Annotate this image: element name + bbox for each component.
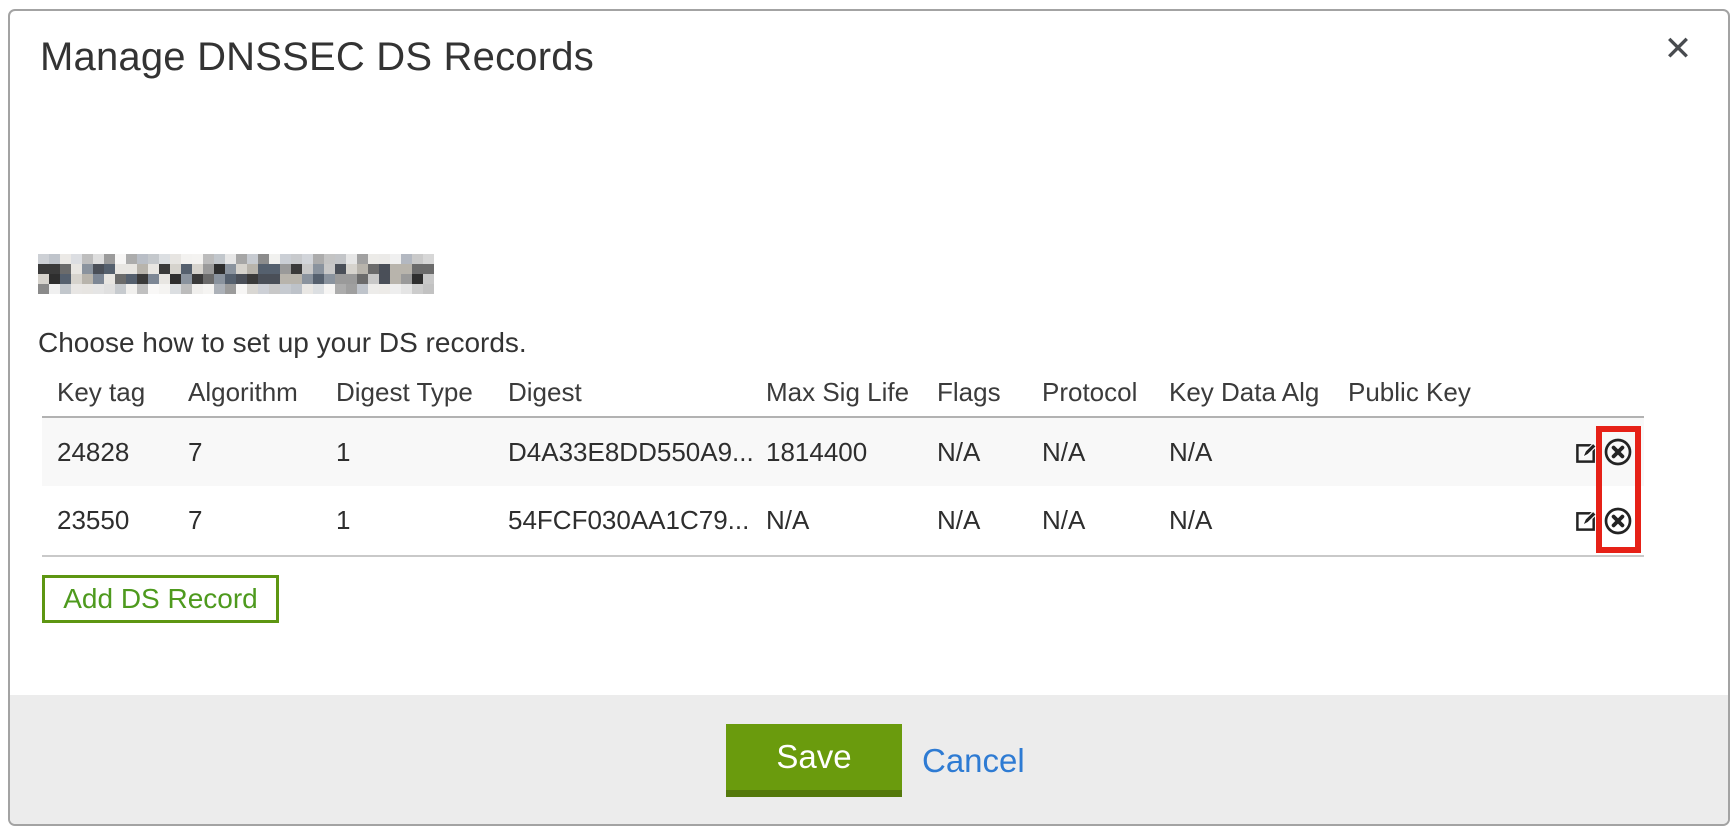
col-header-digest-type: Digest Type (336, 377, 508, 408)
col-header-key-tag: Key tag (57, 377, 188, 408)
cell-key-tag: 23550 (57, 505, 188, 536)
save-button[interactable]: Save (726, 724, 902, 797)
cell-flags: N/A (937, 505, 1042, 536)
cell-protocol: N/A (1042, 437, 1169, 468)
cell-algorithm: 7 (188, 437, 336, 468)
delete-icon[interactable] (1603, 506, 1633, 536)
cell-digest: D4A33E8DD550A9... (508, 437, 766, 468)
col-header-flags: Flags (937, 377, 1042, 408)
cell-algorithm: 7 (188, 505, 336, 536)
col-header-digest: Digest (508, 377, 766, 408)
delete-icon[interactable] (1603, 437, 1633, 467)
cell-max-sig-life: N/A (766, 505, 937, 536)
col-header-protocol: Protocol (1042, 377, 1169, 408)
cell-protocol: N/A (1042, 505, 1169, 536)
cell-digest-type: 1 (336, 505, 508, 536)
cell-digest-type: 1 (336, 437, 508, 468)
table-header-row: Key tag Algorithm Digest Type Digest Max… (42, 368, 1644, 418)
cancel-link[interactable]: Cancel (922, 724, 1025, 797)
manage-dnssec-dialog: Manage DNSSEC DS Records ✕ Choose how to… (8, 9, 1730, 826)
col-header-public-key: Public Key (1348, 377, 1575, 408)
col-header-key-data-alg: Key Data Alg (1169, 377, 1348, 408)
dialog-title: Manage DNSSEC DS Records (40, 35, 594, 80)
instruction-text: Choose how to set up your DS records. (38, 327, 527, 359)
redacted-domain (38, 254, 434, 294)
col-header-max-sig-life: Max Sig Life (766, 377, 937, 408)
cell-key-data-alg: N/A (1169, 505, 1348, 536)
table-row: 23550 7 1 54FCF030AA1C79... N/A N/A N/A … (42, 486, 1644, 557)
col-header-algorithm: Algorithm (188, 377, 336, 408)
ds-records-table: Key tag Algorithm Digest Type Digest Max… (42, 368, 1644, 557)
close-icon[interactable]: ✕ (1656, 27, 1700, 71)
cell-digest: 54FCF030AA1C79... (508, 505, 766, 536)
cell-key-tag: 24828 (57, 437, 188, 468)
edit-icon[interactable] (1575, 509, 1598, 532)
edit-icon[interactable] (1575, 441, 1598, 464)
table-row: 24828 7 1 D4A33E8DD550A9... 1814400 N/A … (42, 418, 1644, 486)
cell-max-sig-life: 1814400 (766, 437, 937, 468)
cell-key-data-alg: N/A (1169, 437, 1348, 468)
cell-flags: N/A (937, 437, 1042, 468)
add-ds-record-button[interactable]: Add DS Record (42, 575, 279, 623)
